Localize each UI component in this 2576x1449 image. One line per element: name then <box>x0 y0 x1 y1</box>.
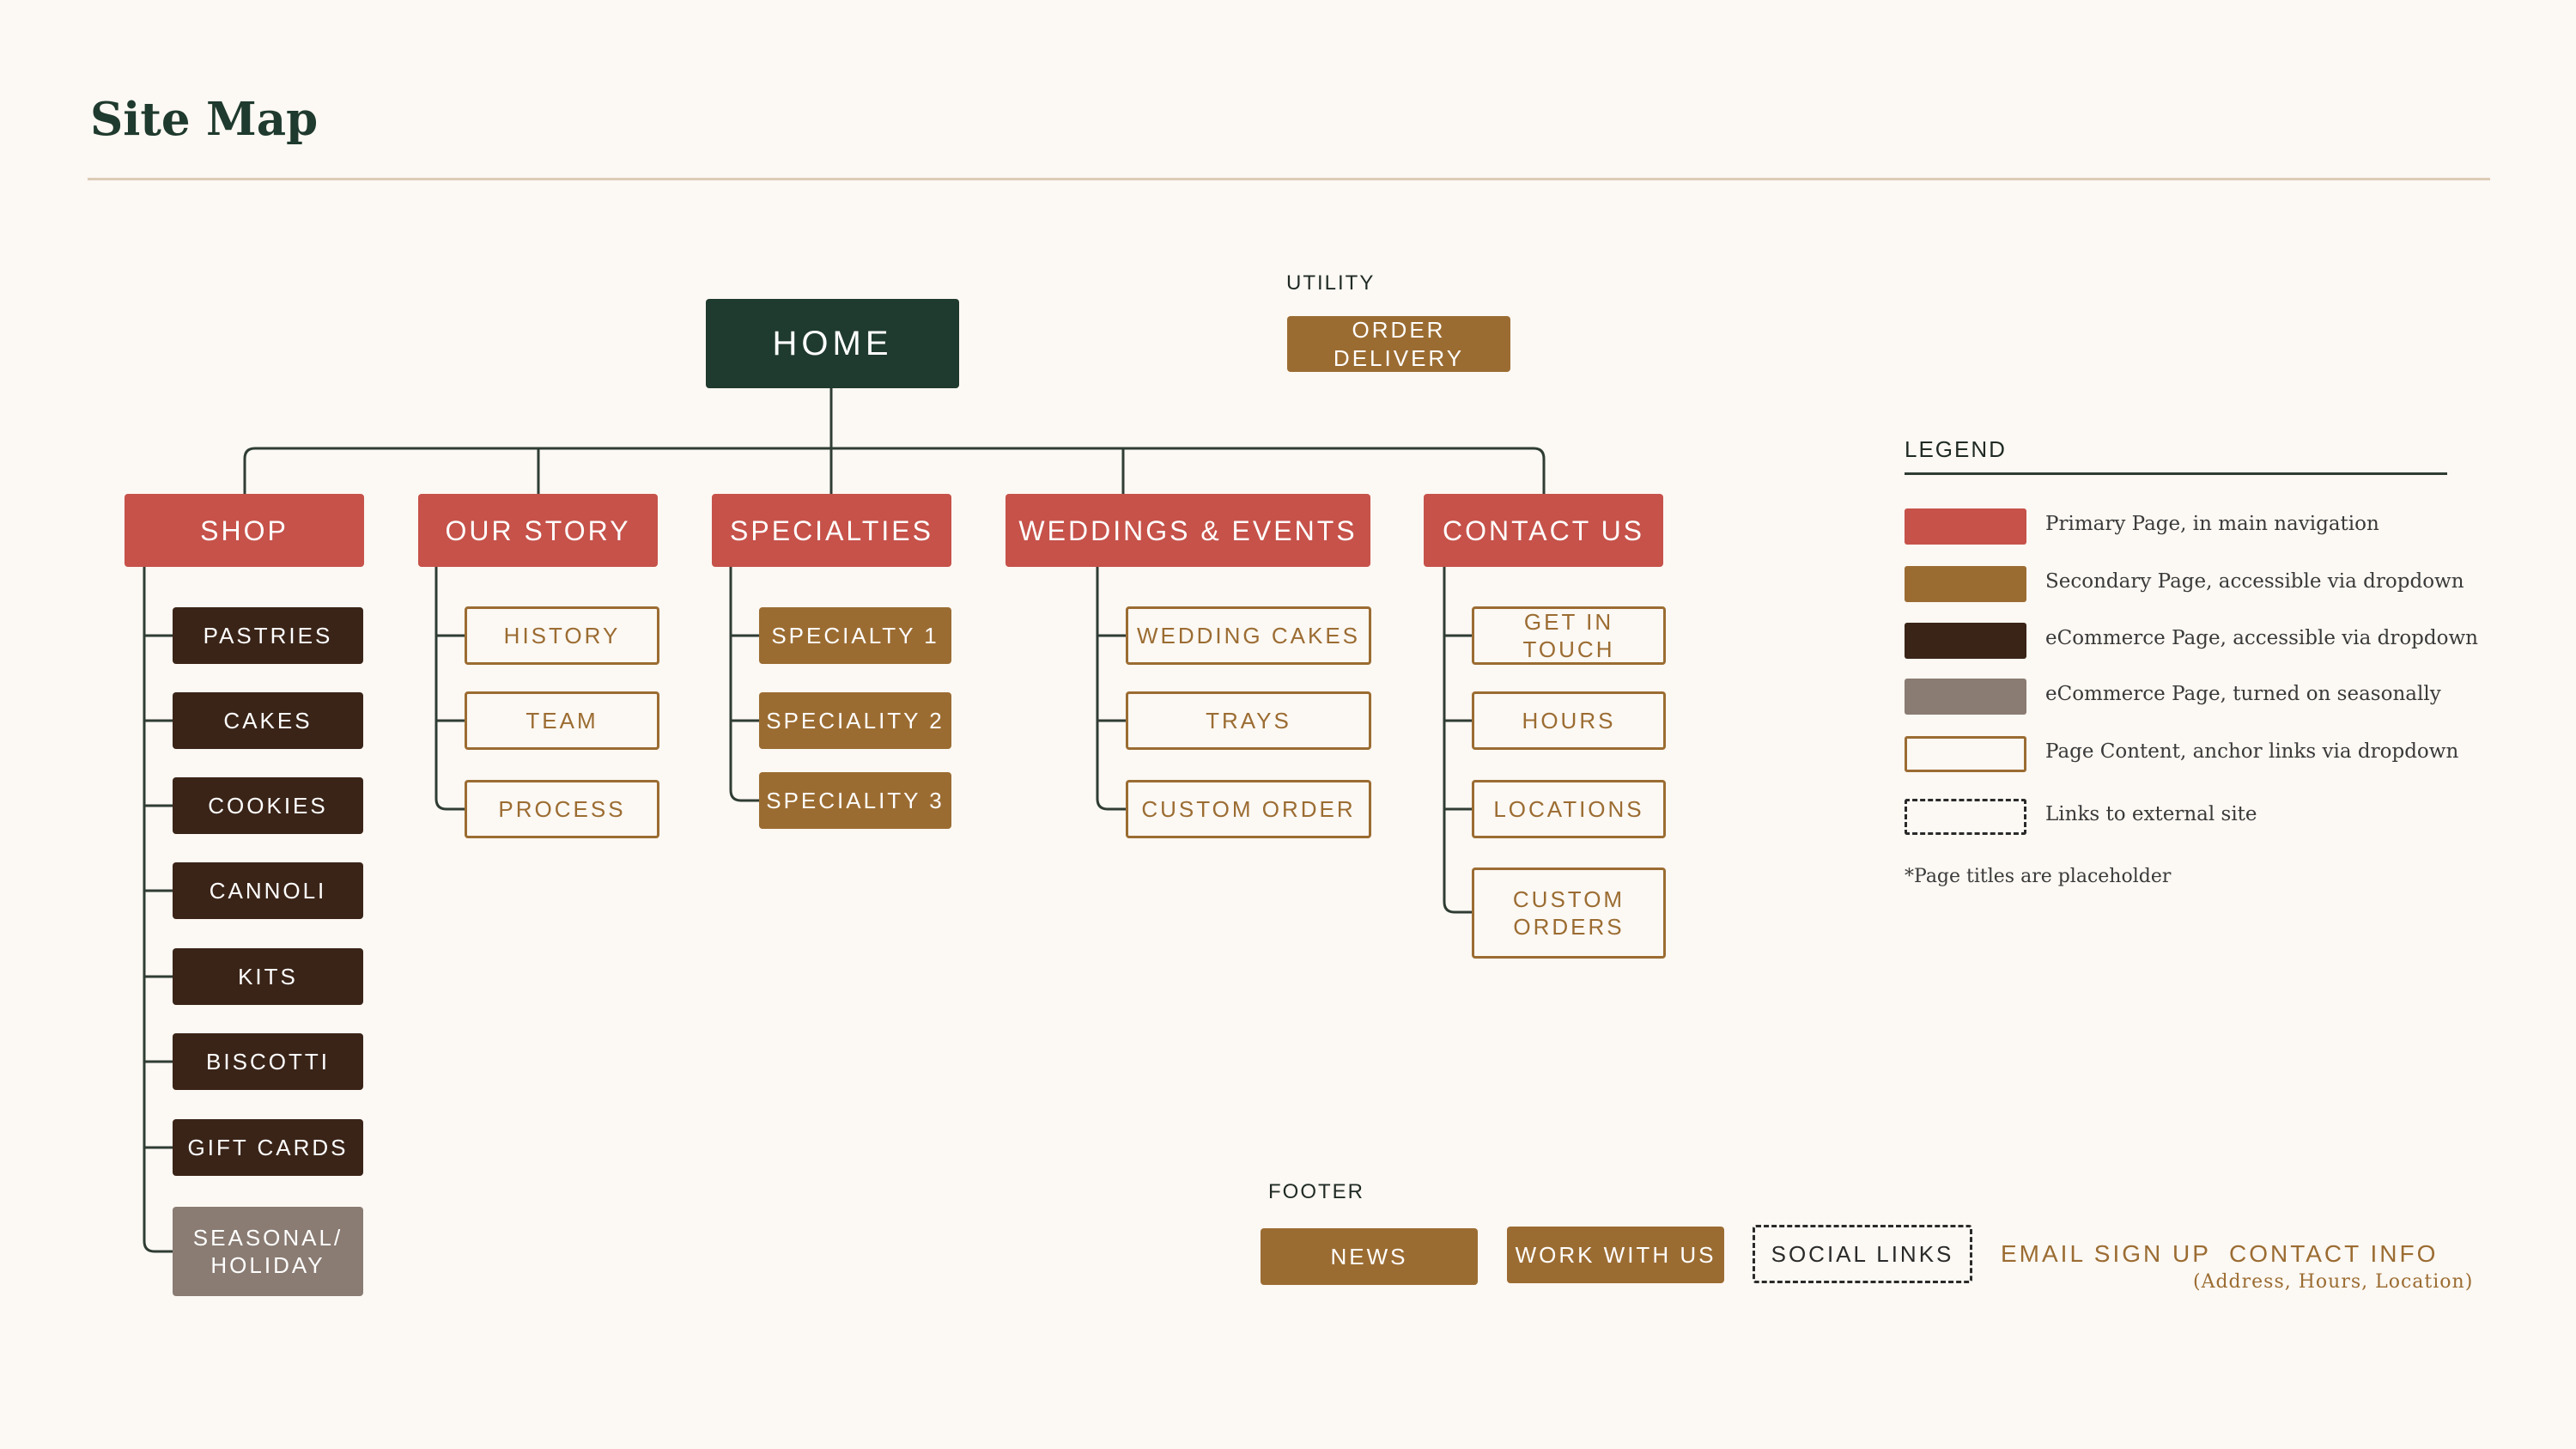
contact-us-node[interactable]: CONTACT US <box>1424 494 1663 567</box>
specialties-spine-line <box>729 567 759 802</box>
utility-label: UTILITY <box>1286 271 1376 295</box>
weddings-spine-line <box>1096 567 1126 811</box>
top-branch-line <box>243 447 1546 494</box>
kits-node[interactable]: KITS <box>173 948 363 1005</box>
home-node[interactable]: HOME <box>706 299 959 388</box>
speciality-2-node[interactable]: SPECIALITY 2 <box>759 692 951 749</box>
cannoli-node[interactable]: CANNOLI <box>173 862 363 919</box>
legend-text-external: Links to external site <box>2045 803 2257 825</box>
legend-swatch-content <box>1905 736 2026 772</box>
email-sign-up-link[interactable]: EMAIL SIGN UP <box>2001 1240 2211 1268</box>
our-story-node[interactable]: OUR STORY <box>418 494 658 567</box>
process-node[interactable]: PROCESS <box>465 780 659 838</box>
social-links-node[interactable]: SOCIAL LINKS <box>1753 1225 1972 1283</box>
legend-swatch-ecommerce <box>1905 623 2026 659</box>
get-in-touch-node[interactable]: GET IN TOUCH <box>1472 606 1666 665</box>
custom-orders-node[interactable]: CUSTOM ORDERS <box>1472 868 1666 959</box>
specialty-1-node[interactable]: SPECIALTY 1 <box>759 607 951 664</box>
custom-orders-line-2: ORDERS <box>1513 914 1625 940</box>
pastries-node[interactable]: PASTRIES <box>173 607 363 664</box>
footer-label: FOOTER <box>1268 1180 1364 1203</box>
legend-note: *Page titles are placeholder <box>1905 866 2172 887</box>
legend-swatch-secondary <box>1905 566 2026 602</box>
weddings-branch-lines <box>1097 634 1126 722</box>
contact-info-link[interactable]: CONTACT INFO <box>2229 1240 2438 1268</box>
our-story-spine-line <box>434 567 465 811</box>
shop-node[interactable]: SHOP <box>125 494 364 567</box>
wedding-cakes-node[interactable]: WEDDING CAKES <box>1126 606 1371 665</box>
contact-info-detail: (Address, Hours, Location) <box>2193 1271 2474 1293</box>
legend-swatch-primary <box>1905 508 2026 545</box>
history-node[interactable]: HISTORY <box>465 606 659 665</box>
cookies-node[interactable]: COOKIES <box>173 777 363 834</box>
legend-text-ecommerce: eCommerce Page, accessible via dropdown <box>2045 627 2478 649</box>
shop-branch-lines <box>144 634 173 1149</box>
hours-node[interactable]: HOURS <box>1472 691 1666 750</box>
cakes-node[interactable]: CAKES <box>173 692 363 749</box>
weddings-events-node[interactable]: WEDDINGS & EVENTS <box>1005 494 1370 567</box>
legend-text-content: Page Content, anchor links via dropdown <box>2045 740 2459 763</box>
gift-cards-node[interactable]: GIFT CARDS <box>173 1119 363 1176</box>
contact-branch-lines <box>1444 634 1472 811</box>
legend-swatch-external <box>1905 799 2026 835</box>
team-node[interactable]: TEAM <box>465 691 659 750</box>
seasonal-holiday-node[interactable]: SEASONAL/ HOLIDAY <box>173 1207 363 1296</box>
contact-spine-line <box>1443 567 1472 914</box>
custom-order-node[interactable]: CUSTOM ORDER <box>1126 780 1371 838</box>
legend-text-seasonal: eCommerce Page, turned on seasonally <box>2045 683 2441 705</box>
news-node[interactable]: NEWS <box>1261 1228 1478 1285</box>
seasonal-line-2: HOLIDAY <box>210 1252 325 1278</box>
work-with-us-node[interactable]: WORK WITH US <box>1507 1227 1724 1283</box>
legend-text-secondary: Secondary Page, accessible via dropdown <box>2045 570 2464 593</box>
trays-node[interactable]: TRAYS <box>1126 691 1371 750</box>
order-delivery-node[interactable]: ORDER DELIVERY <box>1287 316 1510 372</box>
custom-orders-line-1: CUSTOM <box>1512 886 1625 912</box>
specialties-branch-lines <box>731 634 759 722</box>
locations-node[interactable]: LOCATIONS <box>1472 780 1666 838</box>
legend-text-primary: Primary Page, in main navigation <box>2045 513 2379 535</box>
seasonal-line-1: SEASONAL/ <box>192 1224 343 1251</box>
legend-title: LEGEND <box>1905 436 2007 462</box>
legend-divider <box>1905 472 2447 475</box>
our-story-branch-lines <box>436 634 465 722</box>
biscotti-node[interactable]: BISCOTTI <box>173 1033 363 1090</box>
speciality-3-node[interactable]: SPECIALITY 3 <box>759 772 951 829</box>
specialties-node[interactable]: SPECIALTIES <box>712 494 951 567</box>
legend-swatch-seasonal <box>1905 679 2026 715</box>
